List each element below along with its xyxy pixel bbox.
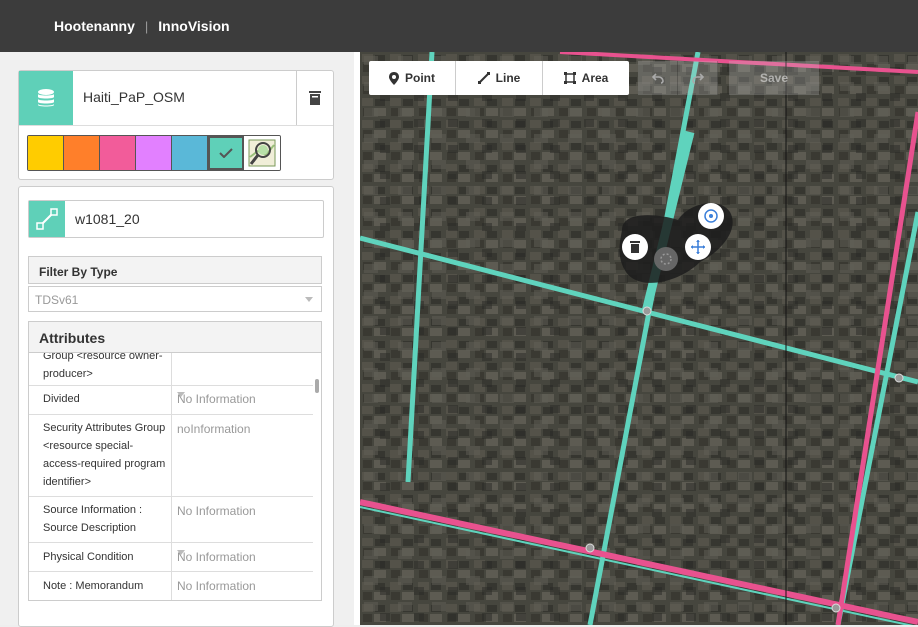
attribute-row: Security Attributes Group <resource spec… xyxy=(29,415,313,497)
attributes-scrollbar[interactable] xyxy=(315,379,319,393)
attributes-list[interactable]: Group <resource owner-producer> Divided … xyxy=(29,353,321,600)
filter-by-type-header[interactable]: Filter By Type xyxy=(28,256,322,284)
color-swatch-yellow[interactable] xyxy=(28,136,64,170)
color-swatch-pink[interactable] xyxy=(100,136,136,170)
add-line-label: Line xyxy=(495,71,521,85)
layer-header: Haiti_PaP_OSM xyxy=(19,71,333,126)
attribute-label: Divided xyxy=(43,393,80,405)
dashed-circle-icon xyxy=(660,253,672,265)
undo-button[interactable] xyxy=(638,61,678,95)
feature-id[interactable]: w1081_20 xyxy=(75,211,140,227)
trash-icon xyxy=(309,91,321,105)
line-feature-icon xyxy=(29,201,65,237)
schema-value: TDSv61 xyxy=(35,293,79,307)
attribute-label: Security Attributes Group <resource spec… xyxy=(43,422,166,488)
layer-card: Haiti_PaP_OSM xyxy=(18,70,334,180)
delete-operation-button[interactable] xyxy=(622,234,648,260)
add-line-button[interactable]: Line xyxy=(456,61,543,95)
attribute-row: Physical Condition No Information xyxy=(29,543,313,572)
attribute-row: Group <resource owner-producer> xyxy=(29,353,313,386)
area-icon xyxy=(563,72,576,84)
attribute-value: noInformation xyxy=(177,422,251,436)
satellite-imagery xyxy=(360,52,918,625)
color-swatch-violet[interactable] xyxy=(136,136,172,170)
move-icon xyxy=(691,240,705,254)
color-swatch-blue[interactable] xyxy=(172,136,208,170)
attribute-input[interactable]: No Information xyxy=(171,497,313,542)
project-name[interactable]: InnoVision xyxy=(158,18,229,34)
check-icon xyxy=(219,148,233,158)
attribute-row: Note : Memorandum No Information xyxy=(29,572,313,600)
attribute-value: No Information xyxy=(177,550,256,564)
redo-button[interactable] xyxy=(678,61,718,95)
history-toolbar xyxy=(638,61,718,95)
attribute-label: Note : Memorandum xyxy=(43,580,144,592)
move-operation-button[interactable] xyxy=(685,234,711,260)
add-area-button[interactable]: Area xyxy=(543,61,629,95)
chevron-down-icon xyxy=(305,297,313,302)
top-bar: Hootenanny | InnoVision xyxy=(0,0,918,52)
attributes-header[interactable]: Attributes xyxy=(29,322,321,353)
feature-id-row: w1081_20 xyxy=(28,200,324,238)
disconnect-operation-button[interactable] xyxy=(654,247,678,271)
attribute-select[interactable]: No Information xyxy=(171,385,313,414)
attribute-select[interactable]: No Information xyxy=(171,543,313,571)
header-separator: | xyxy=(144,18,149,34)
feature-editor-card: w1081_20 Filter By Type TDSv61 Attribute… xyxy=(18,186,334,627)
circularize-operation-button[interactable] xyxy=(698,203,724,229)
circularize-icon xyxy=(704,209,718,223)
color-swatch-osm[interactable] xyxy=(244,136,280,170)
attribute-value: No Information xyxy=(177,579,256,593)
layer-color-picker xyxy=(27,135,281,171)
line-icon xyxy=(477,72,490,84)
marker-icon xyxy=(389,71,399,85)
attribute-row: Source Information : Source Description … xyxy=(29,497,313,543)
database-icon xyxy=(19,71,73,125)
delete-layer-button[interactable] xyxy=(296,71,333,125)
app-brand[interactable]: Hootenanny xyxy=(54,18,135,34)
layer-name: Haiti_PaP_OSM xyxy=(83,89,185,105)
save-button[interactable]: Save xyxy=(729,61,819,95)
map-view[interactable]: Point Line Area Save xyxy=(360,52,918,625)
attribute-label: Physical Condition xyxy=(43,551,134,563)
osm-logo-icon xyxy=(248,139,276,167)
color-swatch-teal[interactable] xyxy=(208,136,244,170)
attribute-value: No Information xyxy=(177,392,256,406)
sidebar: Haiti_PaP_OSM w1081_20 Filter By Type TD… xyxy=(0,52,354,627)
attribute-row: Divided No Information xyxy=(29,385,313,415)
color-swatch-orange[interactable] xyxy=(64,136,100,170)
schema-select[interactable]: TDSv61 xyxy=(28,286,322,312)
redo-icon xyxy=(691,73,704,84)
attribute-value: No Information xyxy=(177,504,256,518)
attribute-input[interactable]: No Information xyxy=(171,572,313,600)
add-area-label: Area xyxy=(581,71,609,85)
add-point-button[interactable]: Point xyxy=(369,61,456,95)
add-point-label: Point xyxy=(405,71,435,85)
attribute-label: Source Information : Source Description xyxy=(43,504,143,534)
trash-icon xyxy=(630,241,640,253)
attribute-input[interactable]: noInformation xyxy=(171,415,313,496)
attributes-panel: Attributes Group <resource owner-produce… xyxy=(28,321,322,601)
draw-toolbar: Point Line Area xyxy=(369,61,629,95)
attribute-label: Group <resource owner-producer> xyxy=(43,353,163,380)
attribute-value[interactable] xyxy=(171,353,313,385)
chevron-down-icon xyxy=(177,550,185,555)
chevron-down-icon xyxy=(177,392,185,397)
undo-icon xyxy=(651,73,664,84)
